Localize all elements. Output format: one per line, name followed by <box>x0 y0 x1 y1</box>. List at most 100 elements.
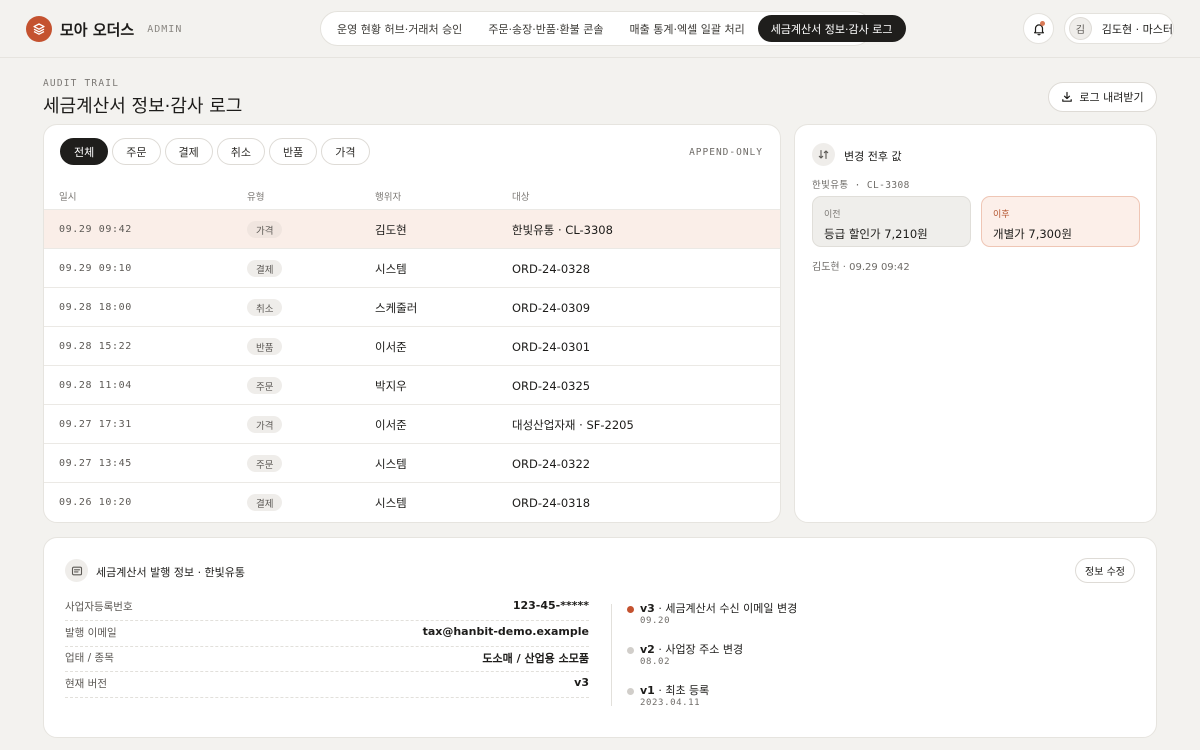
filter-order[interactable]: 주문 <box>112 138 161 165</box>
notification-button[interactable] <box>1023 13 1054 44</box>
table-row[interactable]: 09.28 11:04 주문 박지우 ORD-24-0325 <box>44 365 780 404</box>
row-actor: 시스템 <box>375 261 407 276</box>
version-desc: · 최초 등록 <box>654 684 710 697</box>
nav-tab-operations-hub[interactable]: 운영 현황 허브·거래처 승인 <box>324 15 475 42</box>
download-log-label: 로그 내려받기 <box>1079 91 1144 104</box>
column-header-time: 일시 <box>59 192 77 203</box>
user-name: 김도현 · 마스터 <box>1101 22 1173 36</box>
field-email: 발행 이메일 tax@hanbit-demo.example <box>65 621 589 647</box>
download-icon <box>1062 91 1073 102</box>
field-value: 123-45-***** <box>512 599 589 612</box>
row-target: ORD-24-0301 <box>512 339 591 354</box>
row-actor: 시스템 <box>375 456 407 471</box>
main-nav: 운영 현황 허브·거래처 승인 주문·송장·반품·환불 콘솔 매출 통계·엑셀 … <box>320 11 906 46</box>
filter-price[interactable]: 가격 <box>321 138 370 165</box>
table-row[interactable]: 09.29 09:42 가격 김도현 한빛유통 · CL-3308 <box>44 209 780 248</box>
field-value: 도소매 / 산업용 소모품 <box>482 652 589 665</box>
row-type-badge: 주문 <box>247 377 283 394</box>
diff-before-value: 등급 할인가 7,210원 <box>824 227 928 241</box>
append-only-label: APPEND-ONLY <box>689 147 763 158</box>
filter-payment[interactable]: 결제 <box>164 138 213 165</box>
field-business-type: 업태 / 종목 도소매 / 산업용 소모품 <box>65 646 589 672</box>
row-actor: 시스템 <box>375 495 407 510</box>
field-label: 사업자등록번호 <box>65 601 133 613</box>
diff-title: 변경 전후 값 <box>844 150 902 163</box>
diff-author-time: 김도현 · 09.29 09:42 <box>812 262 910 273</box>
row-target: ORD-24-0318 <box>512 495 591 510</box>
version-number: v1 <box>640 684 655 697</box>
row-target: ORD-24-0322 <box>512 456 591 471</box>
filter-cancel[interactable]: 취소 <box>216 138 265 165</box>
row-time: 09.28 18:00 <box>59 302 132 313</box>
table-row[interactable]: 09.27 13:45 주문 시스템 ORD-24-0322 <box>44 443 780 482</box>
row-target: ORD-24-0328 <box>512 261 591 276</box>
diff-target: 한빛유통 · CL-3308 <box>812 180 910 191</box>
tax-invoice-card: 세금계산서 발행 정보 · 한빛유통 정보 수정 사업자등록번호 123-45-… <box>43 537 1157 738</box>
field-current-version: 현재 버전 v3 <box>65 672 589 698</box>
version-date: 09.20 <box>640 616 671 626</box>
avatar: 김 <box>1069 17 1092 40</box>
version-desc: · 사업장 주소 변경 <box>654 643 744 656</box>
log-filters: 전체 주문 결제 취소 반품 가격 <box>60 138 370 165</box>
document-icon <box>65 559 88 582</box>
brand[interactable]: 모아 오더스 ADMIN <box>26 16 182 42</box>
version-number: v2 <box>640 643 655 656</box>
row-type-badge: 가격 <box>247 221 283 238</box>
nav-tab-tax-audit[interactable]: 세금계산서 정보·감사 로그 <box>757 15 906 42</box>
brand-name: 모아 오더스 <box>60 20 135 39</box>
table-row[interactable]: 09.29 09:10 결제 시스템 ORD-24-0328 <box>44 248 780 287</box>
row-time: 09.29 09:42 <box>59 224 132 235</box>
change-diff-card: 변경 전후 값 한빛유통 · CL-3308 이전 등급 할인가 7,210원 … <box>794 124 1157 523</box>
filter-all[interactable]: 전체 <box>60 138 109 165</box>
row-target: 한빛유통 · CL-3308 <box>512 222 613 237</box>
field-value: tax@hanbit-demo.example <box>422 625 589 638</box>
field-business-number: 사업자등록번호 123-45-***** <box>65 595 589 621</box>
field-label: 업태 / 종목 <box>65 652 114 664</box>
field-value: v3 <box>574 676 589 689</box>
edit-info-button[interactable]: 정보 수정 <box>1075 558 1135 583</box>
field-label: 현재 버전 <box>65 678 107 690</box>
row-time: 09.27 13:45 <box>59 458 132 469</box>
nav-tab-sales-stats[interactable]: 매출 통계·엑셀 일괄 처리 <box>617 15 758 42</box>
page-eyebrow: AUDIT TRAIL <box>43 78 120 89</box>
version-dot-current <box>627 606 634 613</box>
row-type-badge: 주문 <box>247 455 283 472</box>
diff-after-value: 개별가 7,300원 <box>993 227 1072 241</box>
notification-dot <box>1040 21 1045 26</box>
table-row[interactable]: 09.28 18:00 취소 스케줄러 ORD-24-0309 <box>44 287 780 326</box>
row-actor: 박지우 <box>375 378 407 393</box>
row-target: ORD-24-0309 <box>512 300 591 315</box>
diff-before-label: 이전 <box>824 210 841 220</box>
divider <box>611 604 612 706</box>
row-type-badge: 결제 <box>247 494 283 511</box>
row-type-badge: 취소 <box>247 299 283 316</box>
version-date: 2023.04.11 <box>640 698 701 708</box>
row-actor: 김도현 <box>375 222 407 237</box>
layers-logo-icon <box>26 16 52 42</box>
user-menu[interactable]: 김 김도현 · 마스터 <box>1064 13 1174 44</box>
row-target: ORD-24-0325 <box>512 378 591 393</box>
row-time: 09.28 11:04 <box>59 380 132 391</box>
row-type-badge: 반품 <box>247 338 283 355</box>
filter-return[interactable]: 반품 <box>269 138 318 165</box>
row-time: 09.28 15:22 <box>59 341 132 352</box>
version-desc: · 세금계산서 수신 이메일 변경 <box>654 602 798 615</box>
download-log-button[interactable]: 로그 내려받기 <box>1048 82 1157 112</box>
column-header-type: 유형 <box>247 192 265 203</box>
table-row[interactable]: 09.28 15:22 반품 이서준 ORD-24-0301 <box>44 326 780 365</box>
version-date: 08.02 <box>640 657 671 667</box>
table-row[interactable]: 09.26 10:20 결제 시스템 ORD-24-0318 <box>44 482 780 521</box>
audit-log-card: 전체 주문 결제 취소 반품 가격 APPEND-ONLY 일시 유형 행위자 … <box>43 124 781 523</box>
nav-tab-order-console[interactable]: 주문·송장·반품·환불 콘솔 <box>475 15 616 42</box>
table-row[interactable]: 09.27 17:31 가격 이서준 대성산업자재 · SF-2205 <box>44 404 780 443</box>
row-target: 대성산업자재 · SF-2205 <box>512 417 634 432</box>
log-table-body: 09.29 09:42 가격 김도현 한빛유통 · CL-3308 09.29 … <box>44 209 780 521</box>
diff-after-box: 이후 개별가 7,300원 <box>981 196 1140 247</box>
field-label: 발행 이메일 <box>65 627 117 639</box>
row-actor: 이서준 <box>375 339 407 354</box>
tax-card-title: 세금계산서 발행 정보 · 한빛유통 <box>96 566 246 579</box>
row-actor: 이서준 <box>375 417 407 432</box>
row-time: 09.29 09:10 <box>59 263 132 274</box>
version-number: v3 <box>640 602 655 615</box>
diff-after-label: 이후 <box>993 210 1010 220</box>
